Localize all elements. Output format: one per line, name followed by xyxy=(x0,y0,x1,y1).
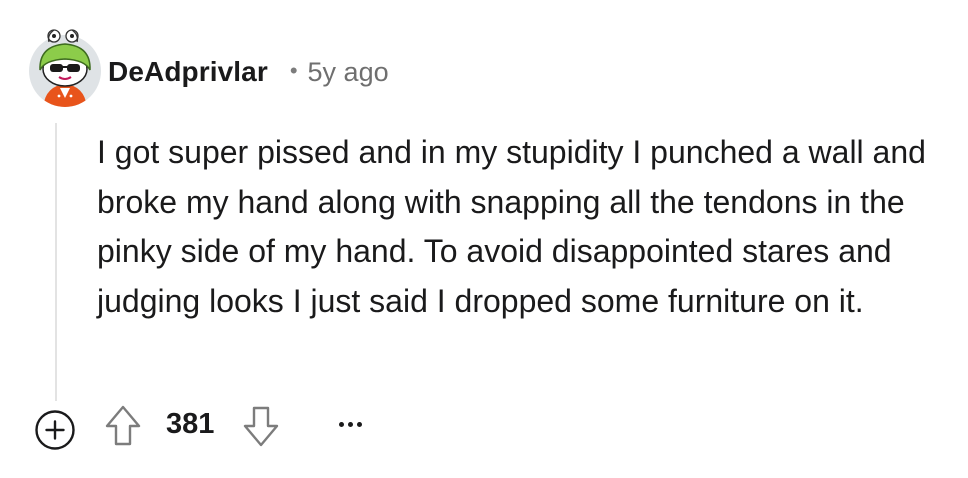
plus-circle-icon[interactable] xyxy=(34,409,76,451)
comment-header: DeAdprivlar • 5y ago xyxy=(108,52,389,92)
more-options-button[interactable] xyxy=(330,402,370,446)
vote-score: 381 xyxy=(166,408,215,440)
meta-separator: • xyxy=(289,58,298,83)
comment-actions: 381 xyxy=(34,402,434,451)
downvote-arrow-icon[interactable] xyxy=(242,404,280,448)
more-dots-icon xyxy=(347,421,353,427)
thread-line[interactable] xyxy=(55,123,57,401)
comment-timestamp[interactable]: 5y ago xyxy=(308,57,389,88)
more-dots-icon xyxy=(338,421,344,427)
more-dots-icon xyxy=(356,421,362,427)
upvote-arrow-icon[interactable] xyxy=(104,404,142,448)
user-avatar-icon[interactable] xyxy=(27,26,105,108)
author-username[interactable]: DeAdprivlar xyxy=(108,56,268,88)
comment-body: I got super pissed and in my stupidity I… xyxy=(97,134,926,319)
